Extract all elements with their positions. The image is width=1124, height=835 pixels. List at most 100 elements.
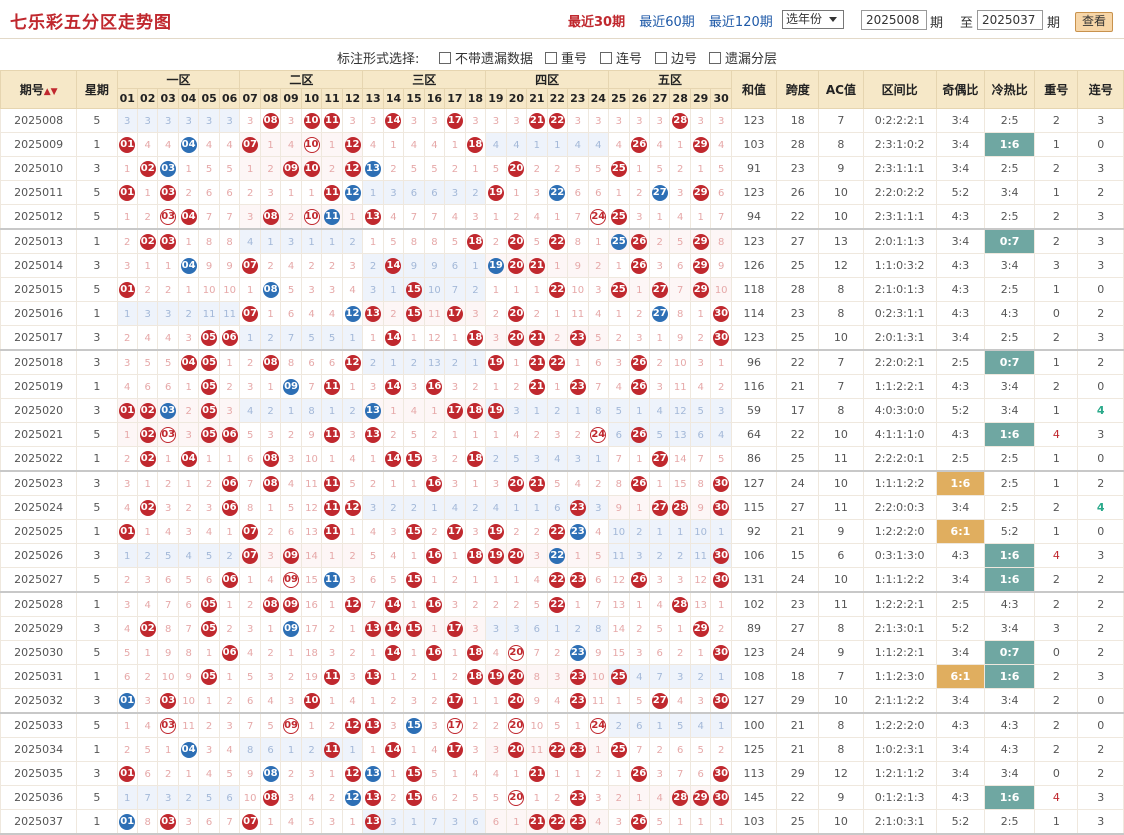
drawn-number-cell: 29 [689,277,712,302]
drawn-number-cell: 15 [403,519,425,544]
to-issue-input[interactable]: 2025037 [977,10,1043,30]
from-issue-input[interactable]: 2025008 [861,10,927,30]
missing-count: 2 [205,479,213,490]
nav-recent-60[interactable]: 最近60期 [639,15,695,30]
ball-icon: 21 [528,378,545,395]
drawn-number-cell: 23 [567,567,589,593]
missing-count: 1 [328,600,336,611]
missing-count-cell: 1 [567,543,589,568]
missing-count-cell: 1 [321,543,343,568]
missing-count: 7 [287,333,295,344]
col-zone-1: 一区 [116,70,241,89]
missing-count: 1 [717,672,725,683]
missing-count: 1 [677,140,684,151]
issue-cell: 2025012 [0,204,78,230]
missing-count: 5 [164,358,172,369]
missing-count: 1 [226,672,233,683]
missing-count-cell: 3 [259,180,282,205]
missing-count: 9 [595,648,602,659]
view-button[interactable]: 查看 [1075,12,1113,32]
missing-count: 3 [369,116,377,127]
consecutive-cell: 3 [1077,108,1124,133]
missing-count-cell: 1 [341,809,364,835]
ball-icon: 05 [201,354,218,371]
odd-even-cell: 3:4 [935,688,986,714]
drawn-number-cell: 01 [116,688,138,714]
missing-count-cell: 9 [608,495,630,520]
ball-icon: 27 [651,499,668,516]
ball-icon: 27 [651,281,668,298]
missing-count: 3 [267,551,274,562]
year-select[interactable]: 选年份 [782,10,844,29]
missing-count: 4 [390,212,397,223]
missing-count: 1 [144,261,151,272]
drawn-number-cell: 25 [608,664,630,689]
missing-count-cell: 4 [526,204,548,230]
checkbox-icon[interactable] [655,52,667,64]
missing-count: 5 [287,285,295,296]
missing-count-cell: 11 [177,712,200,738]
missing-count: 2 [513,212,520,223]
col-number-28: 28 [669,88,691,109]
missing-count: 5 [677,721,684,732]
missing-count-cell: 4 [177,543,200,568]
option-no-missing[interactable]: 不带遗漏数据 [439,48,533,67]
ac-cell: 10 [818,180,864,205]
option-layered[interactable]: 遗漏分层 [709,48,777,67]
repeat-cell: 2 [1034,156,1079,181]
issue-cell: 2025027 [0,567,78,593]
missing-count: 5 [492,793,500,804]
missing-count: 3 [636,648,643,659]
checkbox-icon[interactable] [600,52,612,64]
drawn-number-cell: 11 [321,664,343,689]
ball-icon: 19 [487,523,504,540]
week-cell: 3 [76,543,118,568]
missing-count-cell: 11 [300,470,323,496]
missing-count: 3 [205,745,213,756]
missing-count: 2 [287,430,295,441]
missing-count-cell: 11 [608,543,630,568]
col-issue[interactable]: 期号▲▼ [0,70,78,109]
checkbox-icon[interactable] [439,52,451,64]
zone-ratio-cell: 1:1:2:2:1 [862,374,937,399]
missing-count-cell: 1 [567,398,589,423]
missing-count-cell: 1 [505,277,528,302]
ball-icon: 29 [692,257,709,274]
drawn-number-cell: 23 [567,495,589,520]
missing-count: 1 [513,817,520,828]
missing-count-cell: 4 [136,132,159,157]
missing-count: 13 [428,358,441,369]
sum-cell: 127 [730,470,778,496]
missing-count: 3 [287,237,295,248]
missing-count: 15 [612,648,626,659]
ball-icon: 28 [672,499,689,516]
missing-count-cell: 1 [526,785,548,810]
to-label: 至 [960,16,974,31]
option-consecutive[interactable]: 连号 [600,48,642,67]
missing-count: 12 [673,406,687,417]
nav-recent-30[interactable]: 最近30期 [568,15,625,30]
ball-icon: 08 [262,765,279,782]
missing-count-cell: 1 [444,325,466,351]
checkbox-icon[interactable] [545,52,557,64]
repeat-cell: 0 [1034,761,1079,786]
missing-count: 1 [717,527,725,538]
ball-icon: 04 [180,354,197,371]
hot-cold-cell: 1:6 [984,785,1036,810]
missing-count: 8 [287,358,295,369]
option-edge[interactable]: 边号 [655,48,697,67]
drawn-number-cell: 08 [259,277,282,302]
nav-recent-120[interactable]: 最近120期 [709,15,773,30]
col-number-02: 02 [136,88,159,109]
missing-count-cell: 3 [587,785,610,810]
option-repeat[interactable]: 重号 [545,48,587,67]
missing-count-cell: 10 [567,277,589,302]
missing-count-cell: 1 [136,253,159,278]
missing-count-cell: 4 [669,688,691,714]
checkbox-icon[interactable] [709,52,721,64]
missing-count: 1 [410,551,418,562]
issue-cell: 2025015 [0,277,78,302]
hot-cold-cell: 2:5 [984,495,1036,520]
missing-count: 2 [472,188,479,199]
sort-icon[interactable]: ▲▼ [44,87,58,97]
